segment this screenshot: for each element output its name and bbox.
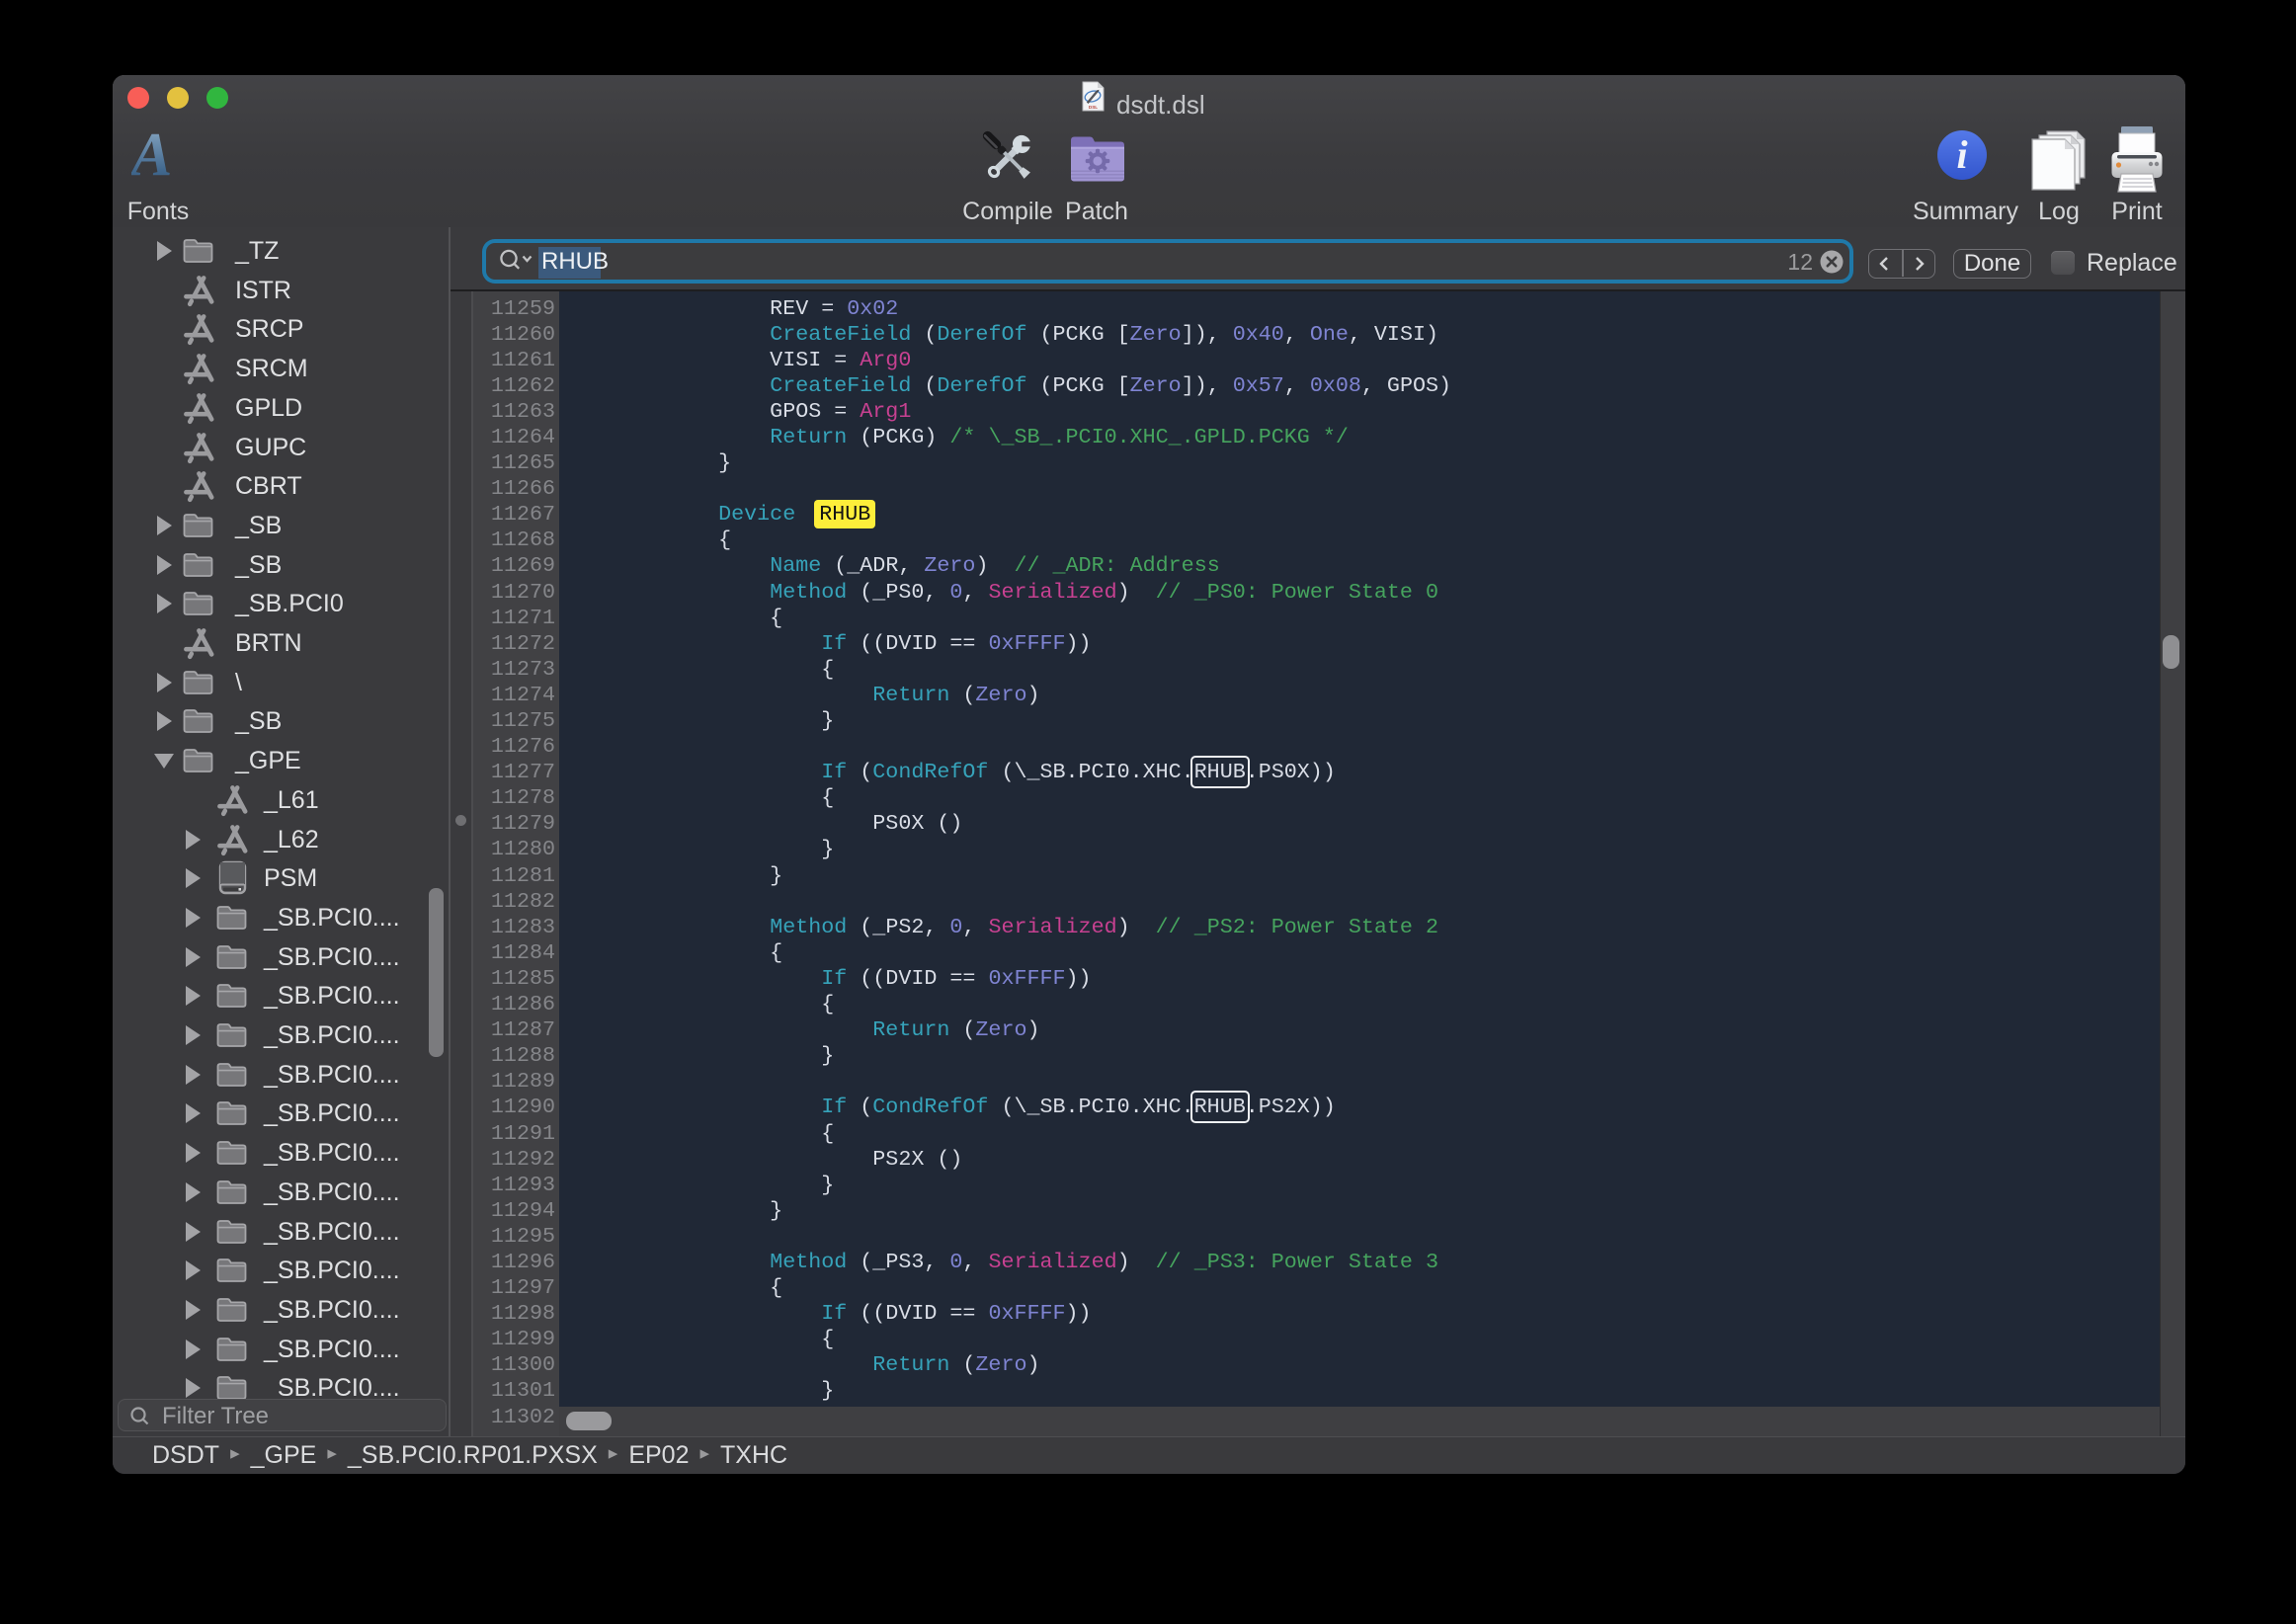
svg-text:DSL: DSL [1089, 105, 1098, 110]
svg-text:i: i [1956, 132, 1967, 177]
